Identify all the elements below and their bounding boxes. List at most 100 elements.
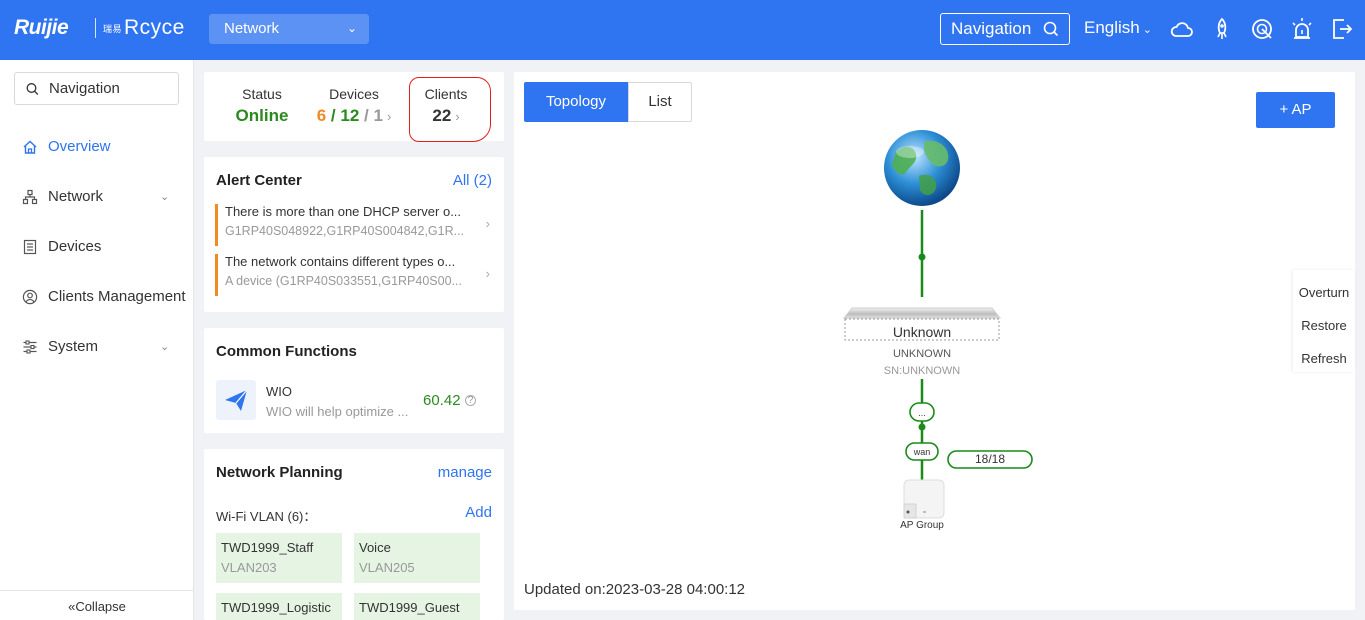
add-vlan-link[interactable]: Add (465, 504, 492, 521)
sidebar-item-label: Devices (48, 238, 102, 255)
alert-detail: G1RP40S048922,G1RP40S004842,G1R... (225, 224, 465, 238)
port-wan-label: wan (913, 447, 931, 457)
wifi-vlan-label: Wi-Fi VLAN (6)： (216, 509, 317, 524)
link-node (918, 253, 926, 261)
sidebar-item-devices[interactable]: Devices (0, 228, 194, 268)
product-logo-small: 瑞易 (103, 23, 123, 34)
alert-item[interactable]: The network contains different types o..… (215, 254, 490, 296)
vlan-tile[interactable]: Voice VLAN205 (354, 533, 480, 583)
sidebar-search-input[interactable]: Navigation (14, 72, 179, 105)
vlan-tile[interactable]: TWD1999_Staff VLAN203 (216, 533, 342, 583)
product-logo-text: Rcyce (124, 16, 185, 39)
chevron-down-icon: ⌄ (160, 341, 170, 353)
network-planning-title: Network Planning (216, 464, 343, 481)
chevron-right-icon: › (386, 109, 392, 124)
search-icon (26, 82, 39, 100)
alert-center-title: Alert Center (216, 172, 302, 189)
vlan-tile[interactable]: TWD1999_Guest (354, 593, 480, 620)
switch-name: Unknown (893, 324, 951, 340)
alert-center-card: Alert Center All (2) There is more than … (204, 157, 504, 312)
sidebar-item-label: System (48, 338, 99, 355)
settings-icon (22, 339, 38, 359)
top-header: Ruijie 瑞易Rcyce Network ⌄ Navigation Engl… (0, 0, 1365, 60)
chevron-right-icon: › (485, 266, 490, 281)
chevron-down-icon: ⌄ (160, 191, 170, 203)
user-icon (22, 289, 38, 309)
restore-button[interactable]: Restore (1293, 318, 1355, 333)
ap-group-icon[interactable] (903, 479, 945, 519)
paper-plane-icon[interactable] (216, 380, 256, 420)
sidebar-item-network[interactable]: Network ⌄ (0, 178, 194, 218)
network-select-value: Network (224, 20, 280, 37)
sidebar-item-clients-management[interactable]: Clients Management (0, 278, 194, 318)
ap-group-label: AP Group (900, 520, 944, 531)
sidebar-item-label: Overview (48, 138, 111, 155)
cloud-icon[interactable] (1170, 17, 1194, 41)
collapse-button[interactable]: «Collapse (0, 590, 194, 620)
navigation-search-button[interactable]: Navigation (940, 13, 1070, 45)
logo-divider (95, 18, 96, 38)
wio-description: WIO will help optimize ... (266, 404, 409, 419)
overturn-button[interactable]: Overturn (1293, 285, 1355, 300)
devices-other-count: 1 (373, 106, 383, 125)
language-select[interactable]: English ⌄ (1084, 18, 1152, 38)
rocket-icon[interactable] (1210, 17, 1234, 41)
vlan-name: Voice (359, 540, 391, 555)
devices-icon (22, 239, 38, 259)
switch-model: UNKNOWN (893, 348, 951, 360)
vlan-tile[interactable]: TWD1999_Logistic (216, 593, 342, 620)
status-value: Online (235, 106, 289, 125)
alarm-icon[interactable] (1290, 17, 1314, 41)
manage-link[interactable]: manage (438, 464, 492, 481)
vlan-id: VLAN205 (359, 560, 415, 575)
vlan-name: TWD1999_Staff (221, 540, 314, 555)
sidebar-item-system[interactable]: System ⌄ (0, 328, 194, 368)
status-stat: Status Online (234, 86, 290, 126)
sidebar: Navigation Overview Network ⌄ Devices Cl… (0, 60, 194, 620)
wio-score: 60.42 (423, 392, 461, 409)
logout-icon[interactable] (1330, 17, 1354, 41)
alert-item[interactable]: There is more than one DHCP server o... … (215, 204, 490, 246)
devices-online-count: 12 (340, 106, 360, 125)
devices-value: 6 / 12 / 1 › (308, 106, 400, 126)
diagnose-icon[interactable] (1250, 17, 1274, 41)
devices-label: Devices (329, 86, 379, 102)
sidebar-item-overview[interactable]: Overview (0, 128, 194, 168)
help-icon[interactable]: ? (465, 395, 476, 406)
internet-globe-icon[interactable] (884, 130, 960, 206)
language-label: English (1084, 18, 1140, 37)
wio-name[interactable]: WIO (266, 384, 292, 399)
sidebar-item-label: Network (48, 188, 104, 205)
search-icon (1043, 20, 1059, 43)
common-functions-title: Common Functions (216, 343, 357, 360)
updated-timestamp: Updated on:2023-03-28 04:00:12 (524, 581, 746, 598)
refresh-button[interactable]: Refresh (1293, 351, 1355, 366)
product-logo: 瑞易Rcyce (103, 16, 185, 40)
port-more-label: ... (918, 408, 926, 418)
sidebar-search-placeholder: Navigation (49, 80, 120, 97)
status-label: Status (242, 86, 282, 102)
vlan-id: VLAN203 (221, 560, 277, 575)
alert-title: There is more than one DHCP server o... (225, 204, 462, 219)
ap-count: 18/18 (975, 452, 1005, 466)
home-icon (22, 139, 38, 159)
chevron-down-icon: ⌄ (1142, 24, 1152, 36)
alert-title: The network contains different types o..… (225, 254, 456, 269)
alert-all-link[interactable]: All (2) (453, 172, 492, 189)
devices-sep: / (330, 106, 336, 125)
topology-panel: Topology List + AP Unknown UNKNOWN SN:UN… (514, 72, 1355, 610)
network-planning-card: Network Planning manage Wi-Fi VLAN (6)： … (204, 449, 504, 620)
chevron-right-icon: › (485, 216, 490, 231)
network-select[interactable]: Network ⌄ (209, 14, 369, 44)
link-node (918, 423, 926, 431)
devices-sep: / (364, 106, 369, 125)
vlan-name: TWD1999_Logistic (221, 600, 331, 615)
red-highlight-annotation (409, 77, 491, 142)
network-icon (22, 189, 38, 209)
devices-offline-count: 6 (316, 106, 327, 125)
chevron-down-icon: ⌄ (346, 21, 357, 35)
devices-stat[interactable]: Devices 6 / 12 / 1 › (308, 86, 400, 126)
collapse-label: Collapse (75, 599, 126, 614)
vlan-name: TWD1999_Guest (359, 600, 460, 615)
topology-tools: Overturn Restore Refresh (1293, 270, 1355, 372)
